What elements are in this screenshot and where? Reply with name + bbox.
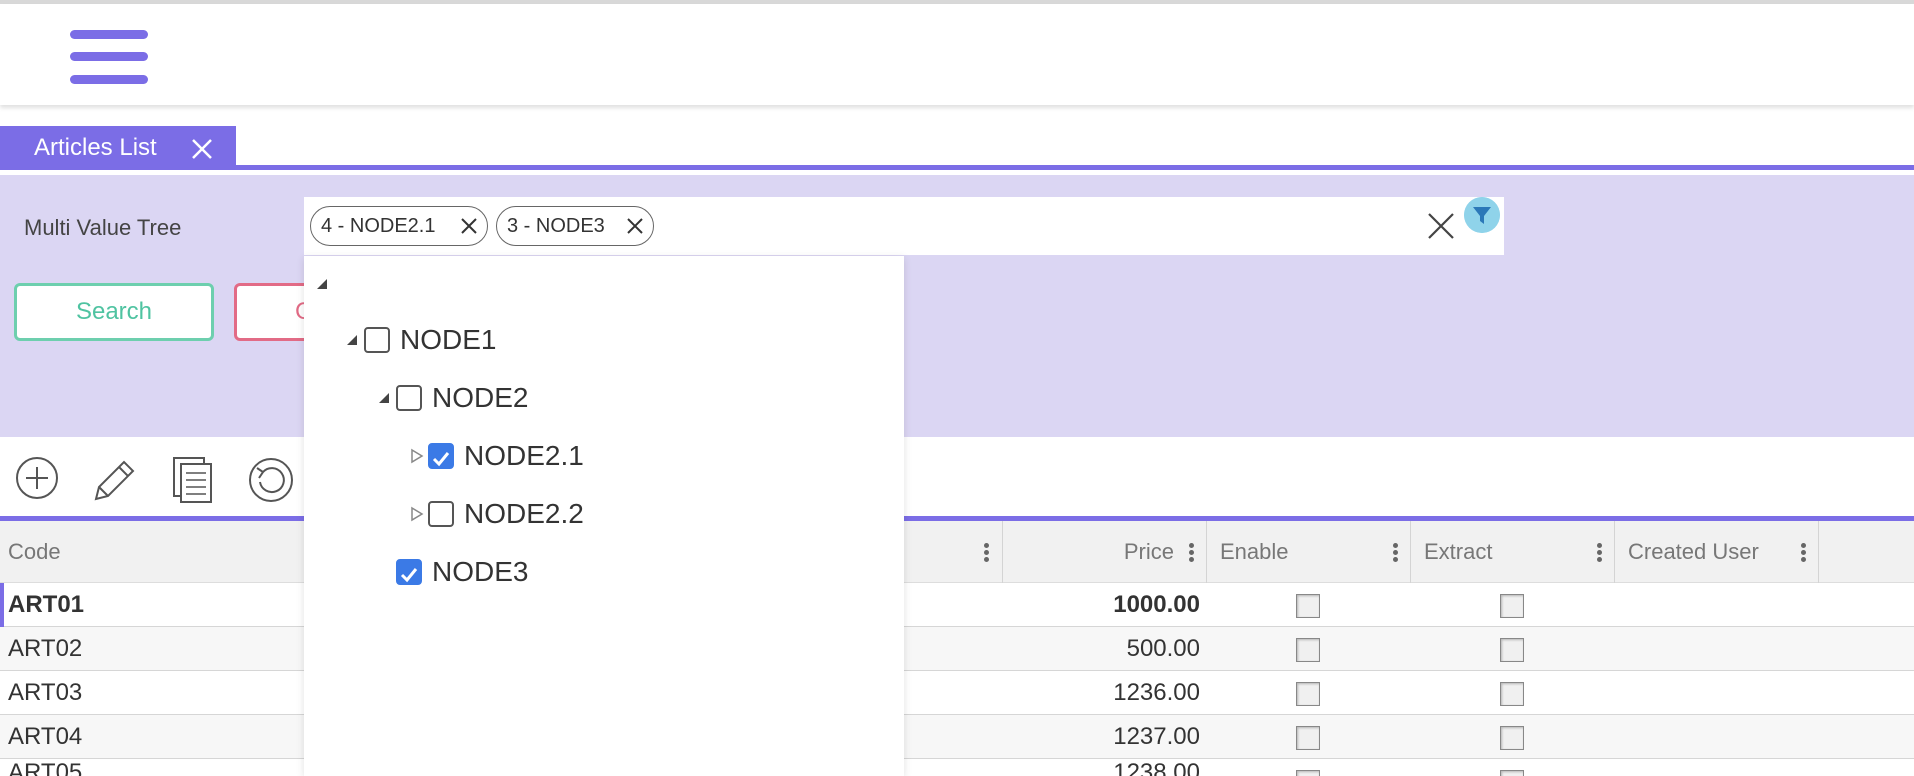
chip-label: 3 - NODE3 — [507, 214, 605, 237]
column-header-extract[interactable]: Extract — [1424, 521, 1492, 583]
expand-icon[interactable] — [378, 392, 390, 404]
column-header-code[interactable]: Code — [8, 521, 61, 583]
cell-code: ART04 — [8, 723, 83, 750]
column-menu-icon[interactable] — [1800, 543, 1806, 563]
tab-articles-list[interactable]: Articles List — [0, 126, 236, 170]
node-label: NODE2.1 — [464, 440, 584, 471]
enable-checkbox[interactable] — [1296, 726, 1320, 750]
root-expand-icon[interactable] — [316, 278, 328, 290]
check-icon — [400, 568, 418, 583]
row-selection-indicator — [0, 583, 4, 627]
multi-value-tree-input[interactable]: 4 - NODE2.1 3 - NODE3 — [304, 197, 1504, 255]
tree-node-node3[interactable]: NODE3 — [378, 552, 528, 592]
filter-label: Multi Value Tree — [24, 215, 182, 240]
column-separator — [1410, 521, 1411, 583]
clear-all-icon[interactable] — [1426, 211, 1456, 241]
extract-checkbox[interactable] — [1500, 682, 1524, 706]
collapsed-icon[interactable] — [410, 506, 424, 522]
table-row[interactable]: ART01 1000.00 — [0, 583, 1914, 627]
node-checkbox[interactable] — [428, 443, 454, 469]
tab-label: Articles List — [34, 134, 157, 161]
table-row[interactable]: ART05 1238.00 — [0, 759, 1914, 776]
tree-node-node2[interactable]: NODE2 — [378, 378, 528, 418]
enable-checkbox[interactable] — [1296, 770, 1320, 776]
cell-price: 1237.00 — [1113, 723, 1200, 750]
node-label: NODE1 — [400, 324, 497, 355]
cell-code: ART01 — [8, 591, 85, 618]
check-icon — [432, 452, 450, 467]
node-label: NODE2.2 — [464, 498, 584, 529]
cell-price: 1238.00 — [1113, 759, 1200, 776]
chip-node2-1[interactable]: 4 - NODE2.1 — [310, 206, 488, 246]
enable-checkbox[interactable] — [1296, 638, 1320, 662]
chip-remove-icon[interactable] — [625, 216, 645, 236]
extract-checkbox[interactable] — [1500, 770, 1524, 776]
column-menu-icon[interactable] — [983, 543, 989, 563]
cell-price: 1000.00 — [1113, 591, 1200, 618]
filter-panel: Multi Value Tree 4 - NODE2.1 3 - NODE3 S… — [0, 175, 1914, 437]
column-header-price[interactable]: Price — [1002, 521, 1174, 583]
cell-code: ART02 — [8, 635, 83, 662]
column-menu-icon[interactable] — [1188, 543, 1194, 563]
extract-checkbox[interactable] — [1500, 726, 1524, 750]
filter-icon[interactable] — [1464, 197, 1500, 233]
expand-icon[interactable] — [346, 334, 358, 346]
copy-icon[interactable] — [168, 455, 218, 505]
node-checkbox[interactable] — [428, 501, 454, 527]
cell-code: ART03 — [8, 679, 83, 706]
column-menu-icon[interactable] — [1596, 543, 1602, 563]
cell-price: 1236.00 — [1113, 679, 1200, 706]
chip-remove-icon[interactable] — [459, 216, 479, 236]
search-button[interactable]: Search — [14, 283, 214, 341]
refresh-icon[interactable] — [246, 455, 296, 505]
table-row[interactable]: ART03 1236.00 — [0, 671, 1914, 715]
column-separator — [1614, 521, 1615, 583]
tab-bar: Articles List — [0, 126, 1914, 170]
enable-checkbox[interactable] — [1296, 682, 1320, 706]
app-header — [0, 4, 1914, 105]
chip-label: 4 - NODE2.1 — [321, 214, 436, 237]
node-checkbox[interactable] — [396, 385, 422, 411]
extract-checkbox[interactable] — [1500, 594, 1524, 618]
column-header-created-user[interactable]: Created User — [1628, 521, 1759, 583]
cell-price: 500.00 — [1126, 635, 1200, 662]
column-separator — [1818, 521, 1819, 583]
grid-toolbar — [0, 437, 1914, 521]
tree-node-node2-1[interactable]: NODE2.1 — [410, 436, 584, 476]
table-row[interactable]: ART02 500.00 — [0, 627, 1914, 671]
column-separator — [1206, 521, 1207, 583]
edit-icon[interactable] — [90, 455, 140, 505]
column-header-enable[interactable]: Enable — [1220, 521, 1289, 583]
add-icon[interactable] — [14, 455, 64, 505]
close-icon[interactable] — [190, 137, 214, 161]
table-row[interactable]: ART04 1237.00 — [0, 715, 1914, 759]
grid-header: Code Price Enable Extract Created User — [0, 521, 1914, 583]
hamburger-icon[interactable] — [68, 28, 150, 86]
column-menu-icon[interactable] — [1392, 543, 1398, 563]
node-checkbox[interactable] — [364, 327, 390, 353]
node-label: NODE3 — [432, 556, 529, 587]
node-checkbox[interactable] — [396, 559, 422, 585]
tree-node-node1[interactable]: NODE1 — [346, 320, 496, 360]
node-label: NODE2 — [432, 382, 529, 413]
chip-node3[interactable]: 3 - NODE3 — [496, 206, 654, 246]
tree-dropdown: NODE1 NODE2 NODE2.1 NODE2.2 NODE3 — [304, 256, 904, 776]
tree-node-node2-2[interactable]: NODE2.2 — [410, 494, 584, 534]
collapsed-icon[interactable] — [410, 448, 424, 464]
enable-checkbox[interactable] — [1296, 594, 1320, 618]
cell-code: ART05 — [8, 759, 83, 776]
extract-checkbox[interactable] — [1500, 638, 1524, 662]
